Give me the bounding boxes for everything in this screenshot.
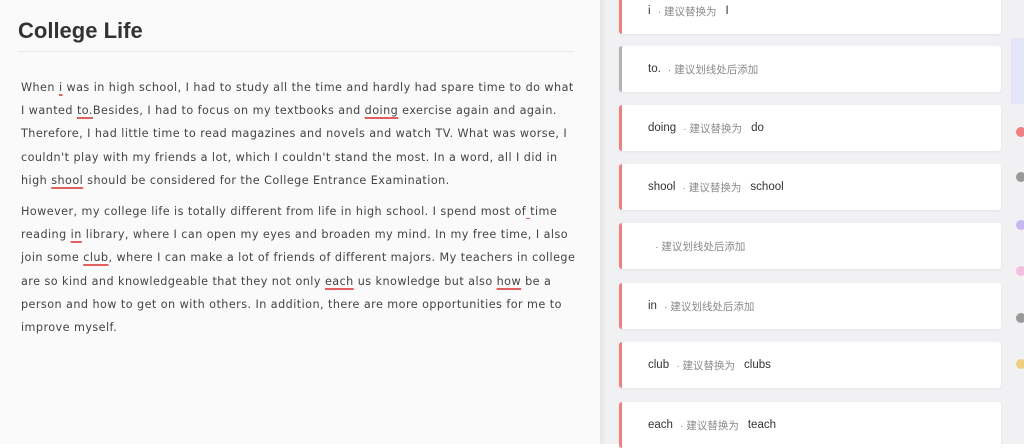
suggestion-original: in	[648, 300, 657, 312]
suggestion-original: club	[648, 359, 670, 371]
suggestion-original: each	[648, 419, 673, 431]
suggestion-hint: · 建议划线处后添加	[663, 300, 755, 313]
title-divider	[18, 51, 574, 52]
suggestion-card[interactable]: · 建议划线处后添加	[619, 223, 1001, 269]
suggestion-hint: · 建议划线处后添加	[667, 63, 759, 76]
flagged-word[interactable]: each	[325, 275, 354, 288]
essay-text: should be considered for the College Ent…	[83, 173, 450, 187]
suggestion-hint: · 建议划线处后添加	[655, 240, 746, 253]
active-category-highlight[interactable]	[1011, 38, 1024, 104]
suggestion-card[interactable]: to. · 建议划线处后添加	[619, 46, 1001, 92]
essay-title: College Life	[18, 18, 143, 43]
suggestion-replacement[interactable]: clubs	[744, 359, 771, 371]
category-dot[interactable]	[1016, 220, 1024, 230]
suggestion-replacement[interactable]: school	[750, 181, 783, 193]
flagged-word[interactable]: how	[497, 275, 521, 288]
flagged-word[interactable]: in	[71, 228, 82, 241]
flagged-word[interactable]: to.	[77, 104, 93, 117]
suggestion-card[interactable]: doing · 建议替换为 do	[619, 105, 1001, 151]
essay-text: However, my college life is totally diff…	[21, 205, 527, 219]
suggestion-card[interactable]: club · 建议替换为 clubs	[619, 342, 1001, 388]
essay-editor: College Life When i was in high school, …	[0, 0, 600, 444]
essay-paragraph: However, my college life is totally diff…	[21, 200, 577, 339]
suggestion-hint: · 建议替换为	[676, 359, 736, 372]
flagged-word[interactable]: club	[83, 251, 108, 264]
suggestion-card[interactable]: in · 建议划线处后添加	[619, 283, 1001, 329]
suggestion-original: to.	[648, 63, 661, 75]
suggestion-hint: · 建议替换为	[682, 181, 742, 194]
essay-text: When	[21, 81, 59, 94]
suggestion-card[interactable]: shool · 建议替换为 school	[619, 164, 1001, 210]
category-dot[interactable]	[1016, 266, 1024, 276]
essay-paragraph: When i was in high school, I had to stud…	[21, 76, 577, 192]
essay-body[interactable]: When i was in high school, I had to stud…	[21, 76, 577, 347]
suggestion-hint: · 建议替换为	[657, 5, 717, 18]
suggestion-hint: · 建议替换为	[679, 419, 739, 432]
flagged-word[interactable]: shool	[51, 174, 83, 187]
suggestion-card[interactable]: i · 建议替换为 I	[619, 0, 1001, 34]
category-dot[interactable]	[1016, 313, 1024, 323]
flagged-word[interactable]: doing	[365, 104, 399, 117]
category-dot[interactable]	[1016, 127, 1024, 137]
suggestion-replacement[interactable]: do	[751, 122, 764, 134]
essay-text: us knowledge but also	[353, 274, 497, 288]
suggestion-card[interactable]: each · 建议替换为 teach	[619, 402, 1001, 448]
category-dot[interactable]	[1016, 172, 1024, 182]
panel-divider-shadow	[600, 0, 606, 444]
suggestion-replacement[interactable]: I	[725, 5, 728, 17]
suggestion-hint: · 建议替换为	[683, 122, 743, 135]
suggestion-replacement[interactable]: teach	[748, 419, 776, 431]
suggestion-original: shool	[648, 181, 676, 193]
category-dot[interactable]	[1016, 359, 1024, 369]
essay-text: Besides, I had to focus on my textbooks …	[92, 104, 365, 118]
suggestion-original: i	[648, 5, 651, 17]
suggestion-original: doing	[648, 122, 677, 134]
